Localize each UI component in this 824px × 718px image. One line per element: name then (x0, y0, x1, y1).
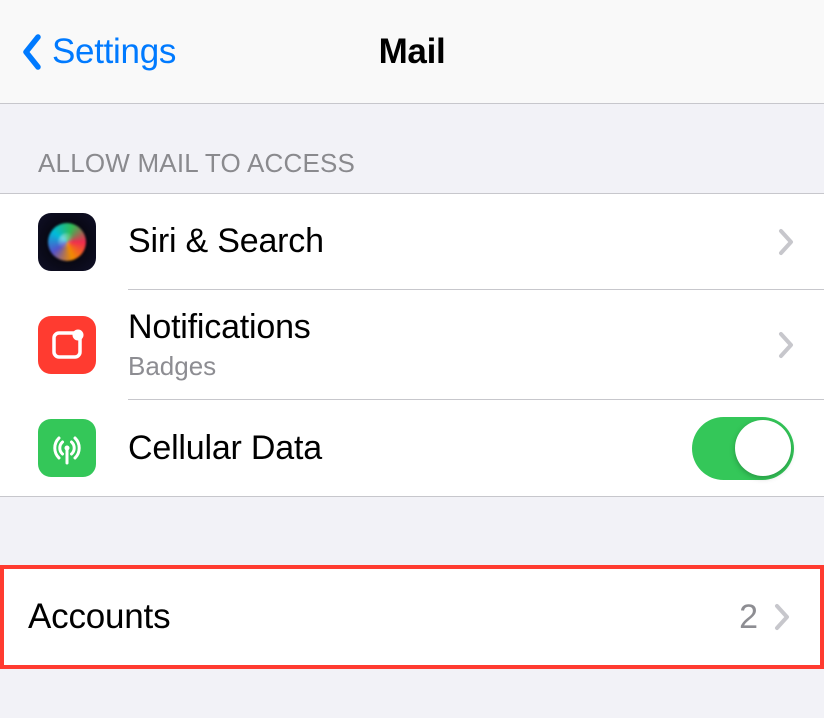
back-button[interactable]: Settings (20, 32, 176, 72)
notifications-label: Notifications (128, 308, 778, 347)
group-accounts: Accounts 2 (0, 565, 824, 669)
accounts-label: Accounts (28, 597, 739, 637)
chevron-right-icon (774, 603, 790, 631)
chevron-left-icon (20, 32, 44, 72)
cellular-label: Cellular Data (128, 429, 692, 468)
row-notifications[interactable]: Notifications Badges (0, 290, 824, 400)
back-label: Settings (52, 32, 176, 72)
row-cellular-data: Cellular Data (0, 400, 824, 496)
cellular-toggle[interactable] (692, 417, 794, 480)
notifications-sublabel: Badges (128, 351, 778, 382)
row-accounts[interactable]: Accounts 2 (4, 569, 820, 665)
notifications-icon (38, 316, 96, 374)
chevron-right-icon (778, 228, 794, 256)
nav-bar: Settings Mail (0, 0, 824, 104)
accounts-value: 2 (739, 598, 758, 637)
section-header-allow-access: ALLOW MAIL TO ACCESS (0, 104, 824, 193)
chevron-right-icon (778, 331, 794, 359)
toggle-knob (735, 420, 791, 476)
siri-icon (38, 213, 96, 271)
group-allow-access: Siri & Search Notifications Badges (0, 193, 824, 497)
cellular-icon (38, 419, 96, 477)
row-siri-search[interactable]: Siri & Search (0, 194, 824, 290)
siri-label: Siri & Search (128, 222, 778, 261)
